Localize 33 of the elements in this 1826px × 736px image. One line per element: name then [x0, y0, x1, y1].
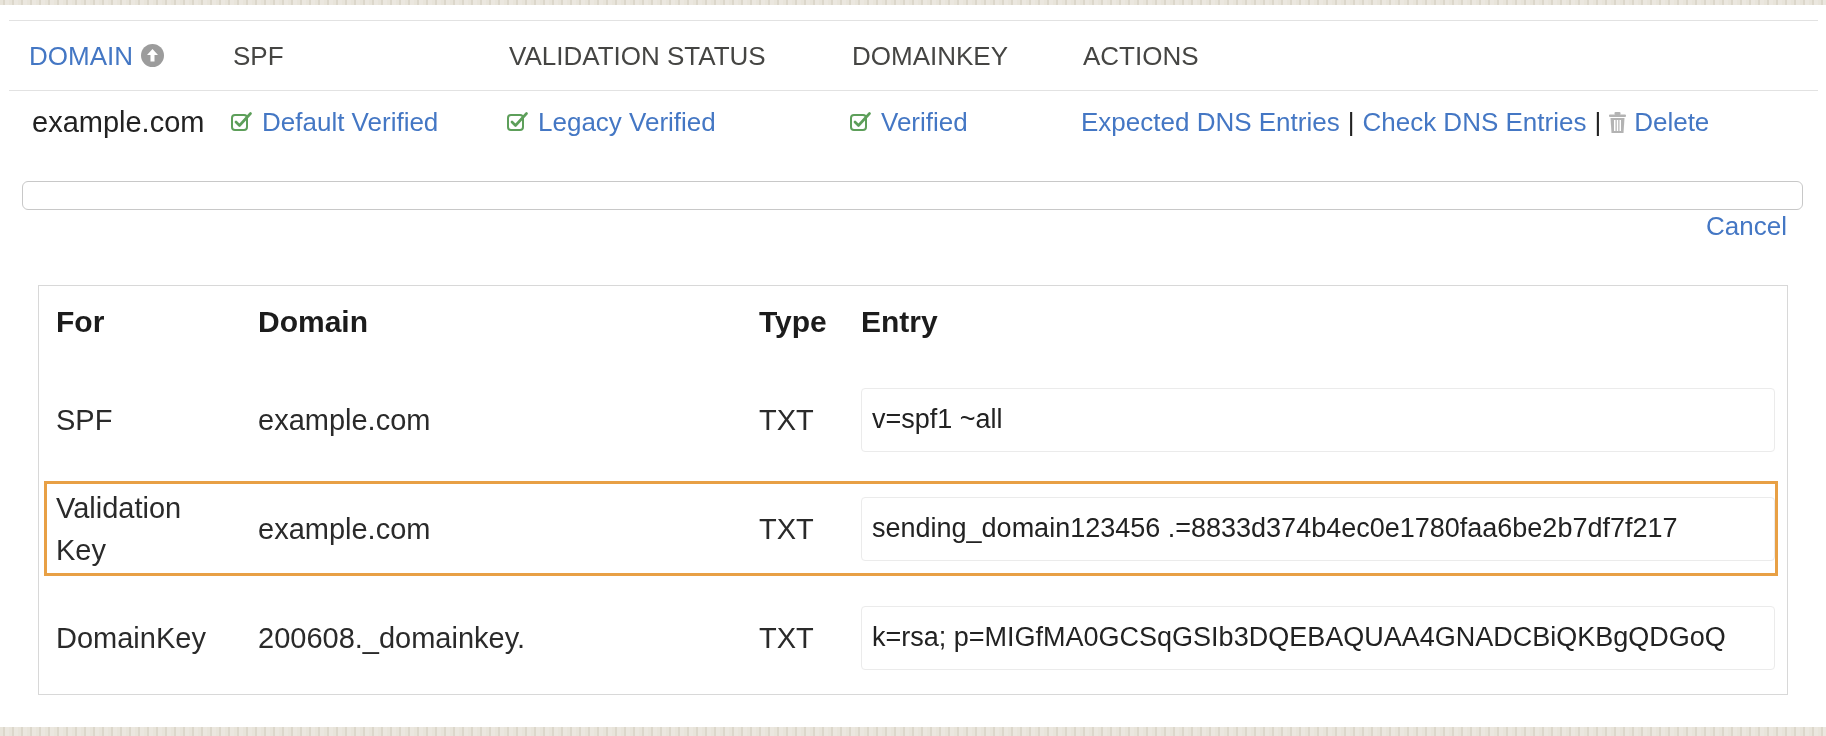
table-cell-text: 200608._domainkey.	[258, 620, 526, 656]
entry-field[interactable]: sending_domain123456 .=8833d374b4ec0e1780faa6be2b7df7f217	[861, 496, 1775, 561]
entry-field[interactable]: v=spf1 ~all	[861, 387, 1775, 452]
action-link[interactable]: Check DNS Entries	[1362, 107, 1587, 137]
domain-name: example.com	[31, 105, 205, 139]
trash-icon	[1609, 111, 1627, 133]
entry-field[interactable]: k=rsa; p=MIGfMA0GCSqGSIb3DQEBAQUAA4GNADCBiQKBgQDGoQ	[861, 605, 1775, 670]
column-header: DOMAINKEY	[851, 40, 1009, 71]
table-cell-text: TXT	[759, 402, 814, 438]
delete-link[interactable]: Delete	[1609, 107, 1710, 137]
table-cell-text: example.com	[258, 511, 431, 547]
column-header: VALIDATION STATUS	[508, 40, 766, 71]
table-cell-text: Validation Key	[56, 490, 183, 568]
cancel-link[interactable]: Cancel	[1706, 211, 1787, 241]
status-link[interactable]: Default Verified	[262, 107, 439, 137]
column-header: Type	[759, 304, 827, 340]
column-header[interactable]: DOMAIN	[27, 40, 164, 71]
column-header: Domain	[258, 304, 368, 340]
table-cell-text: TXT	[759, 511, 814, 547]
column-header: SPF	[232, 40, 284, 71]
column-header: Entry	[861, 304, 938, 340]
action-link[interactable]: Expected DNS Entries	[1081, 107, 1340, 137]
status-link[interactable]: Verified	[881, 107, 968, 137]
status-link[interactable]: Legacy Verified	[538, 107, 716, 137]
table-cell-text: TXT	[759, 620, 814, 656]
table-cell-text: DomainKey	[56, 620, 206, 656]
link-separator: |	[1594, 107, 1602, 137]
table-cell-text: example.com	[258, 402, 431, 438]
column-header: For	[56, 304, 105, 340]
sort-up-icon	[141, 44, 164, 67]
table-cell-text: SPF	[56, 402, 113, 438]
column-header: ACTIONS	[1082, 40, 1199, 71]
link-separator: |	[1347, 107, 1355, 137]
